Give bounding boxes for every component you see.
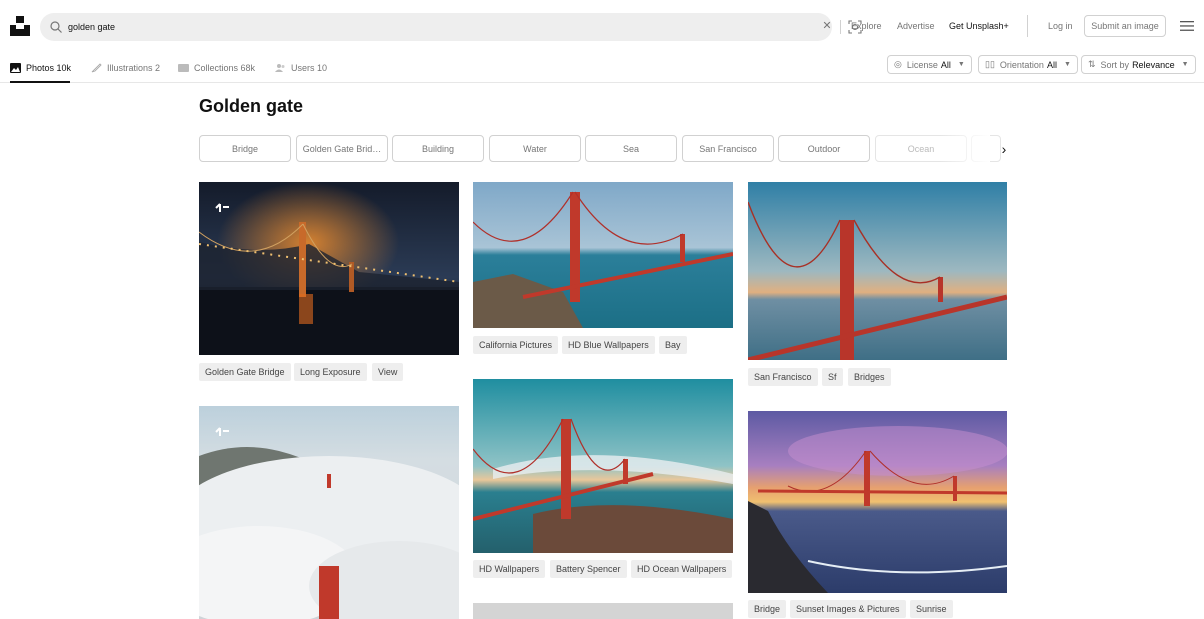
photo-image (199, 182, 459, 355)
photo-tag[interactable]: Bay (659, 336, 687, 354)
search-input[interactable] (68, 17, 748, 37)
hamburger-menu-icon[interactable] (1180, 20, 1194, 32)
orientation-filter-value: All (1046, 59, 1057, 70)
unsplash-plus-icon (215, 427, 229, 436)
photo-tag[interactable]: Sunset Images & Pictures (790, 600, 906, 618)
page-title: Golden gate (199, 96, 304, 116)
search-icon[interactable] (49, 20, 63, 34)
chevron-down-icon: ▼ (957, 61, 965, 68)
explore-link[interactable]: Explore (851, 21, 882, 31)
top-header: ✕ Explore Advertise Get Unsplash+ Log in… (0, 0, 1204, 52)
tab-photos-label: Photos (26, 62, 55, 73)
sort-filter-label: Sort by (1100, 59, 1130, 70)
tab-illustrations-label: Illustrations (107, 62, 153, 73)
photo-tag[interactable]: Battery Spencer (550, 560, 627, 578)
related-chip[interactable]: Water (489, 135, 581, 162)
photo-tag[interactable]: California Pictures (473, 336, 559, 354)
chevron-down-icon: ▼ (1063, 61, 1071, 68)
search-divider (840, 20, 841, 34)
submit-image-button[interactable]: Submit an image (1084, 15, 1166, 37)
chip-fade-overlay (940, 133, 990, 164)
license-filter-value: All (940, 59, 951, 70)
tab-users[interactable]: Users 10 (275, 52, 327, 83)
license-filter-label: License (906, 59, 938, 70)
photo-bridge-clouds[interactable] (473, 379, 733, 553)
tab-users-label: Users (291, 62, 315, 73)
orientation-filter[interactable]: ▯▯ Orientation All ▼ (978, 55, 1078, 74)
photo-tag[interactable]: HD Ocean Wallpapers (631, 560, 733, 578)
photo-tag[interactable]: Long Exposure (294, 363, 367, 381)
photo-tag[interactable]: Bridge (748, 600, 787, 618)
chevron-right-icon[interactable]: › (993, 140, 1015, 158)
photo-image (199, 406, 459, 619)
photo-icon (10, 62, 21, 73)
orientation-icon: ▯▯ (985, 59, 995, 69)
active-tab-indicator (10, 81, 70, 83)
clear-search-icon[interactable]: ✕ (820, 19, 834, 33)
unsplash-logo-icon[interactable] (10, 16, 30, 36)
search-bar[interactable]: ✕ (40, 13, 862, 41)
tab-collections-label: Collections (194, 62, 239, 73)
photo-tag[interactable]: Sunrise (910, 600, 953, 618)
photo-image (473, 603, 733, 619)
related-chip[interactable]: Bridge (199, 135, 291, 162)
photo-image (473, 182, 733, 328)
photo-night-bridge[interactable] (199, 182, 459, 355)
sort-filter[interactable]: ⇅ Sort by Relevance ▼ (1081, 55, 1196, 74)
photo-tag[interactable]: View (372, 363, 404, 381)
photo-tag[interactable]: Bridges (848, 368, 891, 386)
login-link[interactable]: Log in (1048, 21, 1073, 31)
photo-bridge-sunset-tower[interactable] (748, 182, 1007, 360)
brush-icon (91, 62, 102, 72)
photo-image (473, 379, 733, 553)
photo-tag[interactable]: Sf (822, 368, 843, 386)
related-chip[interactable]: Golden Gate Brid… (296, 135, 388, 162)
collections-icon (178, 63, 189, 72)
tab-collections-count: 68k (240, 62, 256, 73)
chevron-down-icon: ▼ (1181, 61, 1189, 68)
photo-tag[interactable]: HD Blue Wallpapers (562, 336, 655, 354)
photo-tag[interactable]: San Francisco (748, 368, 818, 386)
unsplash-plus-icon (215, 203, 229, 212)
license-icon: ◎ (894, 59, 902, 69)
tab-users-count: 10 (317, 62, 328, 73)
photo-bridge-purple-sunset[interactable] (748, 411, 1007, 593)
users-icon (275, 63, 285, 72)
related-chip[interactable]: Outdoor (778, 135, 870, 162)
sort-filter-value: Relevance (1132, 59, 1175, 70)
photo-image (748, 411, 1007, 593)
tab-illustrations[interactable]: Illustrations 2 (91, 52, 160, 83)
tab-photos[interactable]: Photos 10k (10, 52, 71, 83)
photo-bridge-bay[interactable] (473, 182, 733, 328)
tab-illustrations-count: 2 (155, 62, 161, 73)
header-divider (1027, 15, 1028, 37)
photo-tag[interactable]: Golden Gate Bridge (199, 363, 291, 381)
related-chip[interactable]: Building (392, 135, 484, 162)
related-chip[interactable]: Sea (585, 135, 677, 162)
photo-image (748, 182, 1007, 360)
photo-partial[interactable] (473, 603, 733, 619)
get-unsplash-plus-link[interactable]: Get Unsplash+ (949, 21, 1009, 31)
sort-icon: ⇅ (1088, 59, 1096, 69)
advertise-link[interactable]: Advertise (897, 21, 935, 31)
license-filter[interactable]: ◎ License All ▼ (887, 55, 972, 74)
tab-collections[interactable]: Collections 68k (178, 52, 255, 83)
photo-tag[interactable]: HD Wallpapers (473, 560, 546, 578)
related-chip[interactable]: San Francisco (682, 135, 774, 162)
orientation-filter-label: Orientation (999, 59, 1044, 70)
tab-photos-count: 10k (56, 62, 72, 73)
photo-bridge-fog[interactable] (199, 406, 459, 619)
